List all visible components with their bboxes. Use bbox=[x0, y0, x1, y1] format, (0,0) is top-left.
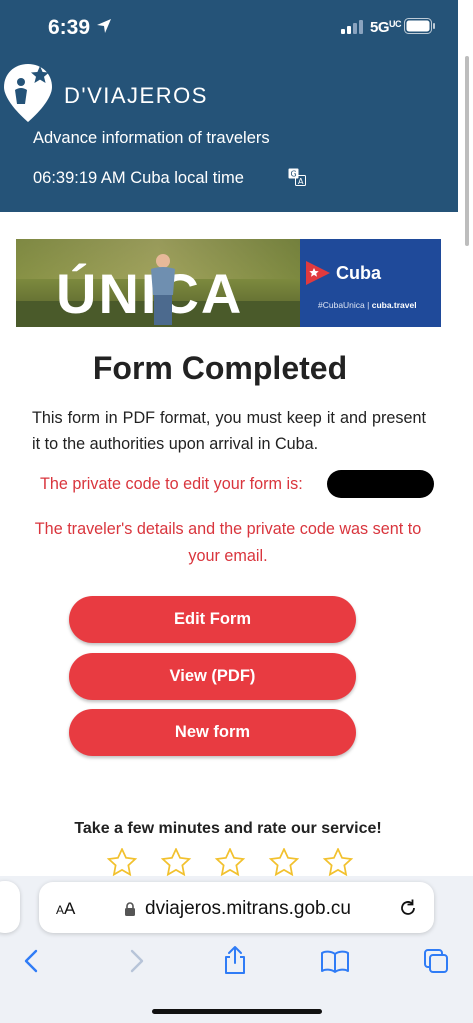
status-bar: 6:39 5GUC bbox=[0, 0, 473, 56]
private-code-label: The private code to edit your form is: bbox=[40, 475, 303, 493]
cuba-label: Cuba bbox=[336, 263, 381, 283]
email-notice: The traveler's details and the private c… bbox=[34, 520, 422, 565]
star-icon[interactable] bbox=[312, 847, 364, 878]
view-pdf-button[interactable]: View (PDF) bbox=[69, 653, 356, 700]
forward-icon[interactable] bbox=[126, 949, 146, 978]
pdf-instructions: This form in PDF format, you must keep i… bbox=[32, 409, 426, 453]
previous-tab-peek[interactable] bbox=[0, 881, 20, 933]
bookmarks-icon[interactable] bbox=[320, 950, 350, 979]
back-icon[interactable] bbox=[22, 949, 42, 978]
reload-icon[interactable] bbox=[398, 898, 418, 923]
location-arrow-icon bbox=[96, 18, 112, 39]
reader-aa-button[interactable]: AA bbox=[56, 899, 75, 919]
page-scrollbar[interactable] bbox=[465, 56, 469, 246]
new-form-button[interactable]: New form bbox=[69, 709, 356, 756]
page-title: Form Completed bbox=[92, 350, 348, 386]
rating-stars[interactable] bbox=[96, 847, 366, 878]
banner-footer: #CubaUnica | cuba.travel bbox=[318, 300, 417, 310]
edit-form-button[interactable]: Edit Form bbox=[69, 596, 356, 643]
star-icon[interactable] bbox=[258, 847, 310, 878]
cellular-signal-icon bbox=[341, 20, 365, 39]
header-subtitle: Advance information of travelers bbox=[33, 129, 270, 147]
translate-icon[interactable]: G A bbox=[288, 168, 306, 191]
cuba-local-time: 06:39:19 AM Cuba local time bbox=[33, 169, 244, 187]
address-url[interactable]: dviajeros.mitrans.gob.cu bbox=[145, 898, 351, 920]
brand-name: D'VIAJEROS bbox=[64, 83, 208, 108]
private-code-redacted bbox=[327, 470, 434, 498]
traveler-figure-icon bbox=[151, 254, 175, 325]
dviajeros-logo[interactable] bbox=[2, 60, 54, 124]
network-type: 5GUC bbox=[370, 19, 402, 36]
lock-icon bbox=[124, 901, 136, 922]
star-icon[interactable] bbox=[204, 847, 256, 878]
home-indicator bbox=[152, 1009, 322, 1014]
status-time: 6:39 bbox=[48, 16, 91, 39]
share-icon[interactable] bbox=[222, 945, 248, 980]
tabs-icon[interactable] bbox=[423, 948, 449, 979]
svg-text:A: A bbox=[298, 177, 304, 186]
star-icon[interactable] bbox=[96, 847, 148, 878]
svg-text:G: G bbox=[291, 170, 297, 179]
rate-prompt: Take a few minutes and rate our service! bbox=[74, 820, 382, 837]
cuba-star-icon bbox=[303, 258, 333, 293]
star-icon[interactable] bbox=[150, 847, 202, 878]
battery-icon bbox=[404, 18, 436, 39]
